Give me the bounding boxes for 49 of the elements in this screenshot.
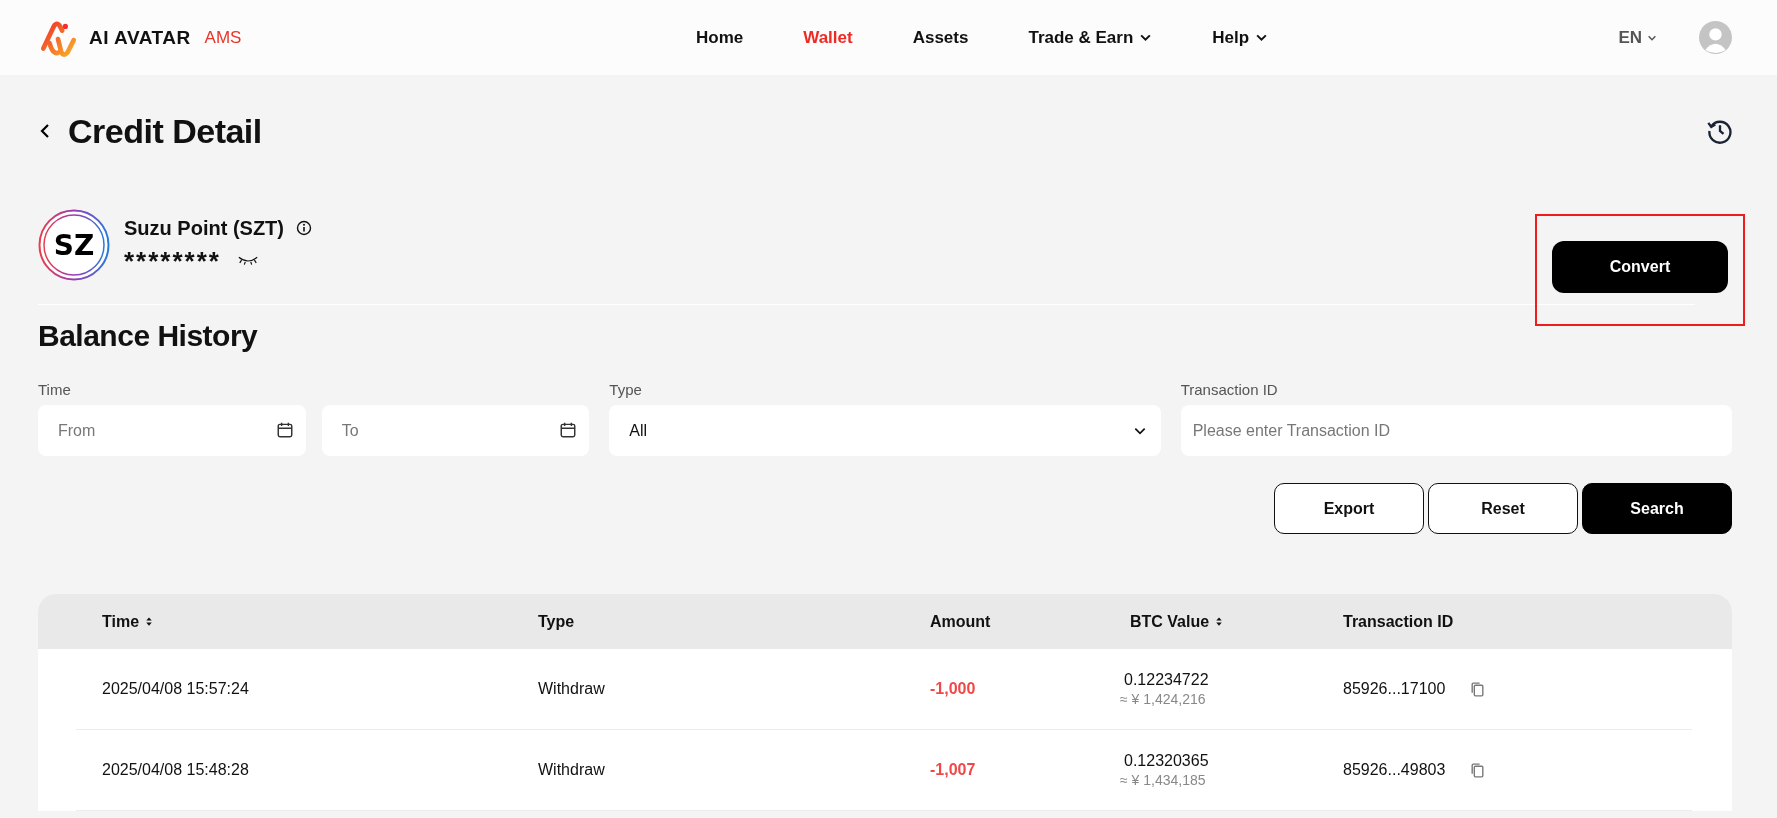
- brand-tag: AMS: [204, 27, 242, 48]
- nav-link[interactable]: Wallet: [803, 27, 853, 48]
- column-header[interactable]: BTC Value: [1130, 612, 1224, 631]
- field-label: Time: [38, 381, 72, 398]
- type-dropdown[interactable]: All: [609, 405, 1161, 456]
- calendar-icon: [275, 421, 294, 439]
- language-selector[interactable]: EN: [1618, 27, 1657, 48]
- column-header: Transaction ID: [1343, 612, 1454, 631]
- info-icon[interactable]: [296, 220, 312, 236]
- table-cell: 2025/04/08 15:57:24: [102, 680, 249, 698]
- nav-link[interactable]: Home: [696, 27, 744, 48]
- sort-icon[interactable]: [1215, 616, 1224, 627]
- table-cell-text: 0.12320365: [1123, 752, 1209, 770]
- masked-balance: ********: [124, 247, 221, 274]
- amount-cell: -1,000: [930, 680, 976, 698]
- table-cell: 85926...49803: [1343, 761, 1446, 779]
- search-button[interactable]: Search: [1582, 483, 1732, 534]
- token-logo: SZ: [38, 209, 110, 281]
- convert-button[interactable]: Convert: [1552, 241, 1728, 293]
- table-cell: Withdraw: [538, 680, 605, 698]
- calendar-icon: [559, 421, 578, 439]
- action-button[interactable]: Export: [1274, 483, 1424, 534]
- sort-icon[interactable]: [145, 616, 154, 627]
- action-button[interactable]: Reset: [1428, 483, 1578, 534]
- column-header: Type: [538, 612, 575, 631]
- field-label: Transaction ID: [1180, 381, 1279, 398]
- page-title: Credit Detail: [68, 111, 262, 151]
- table-cell: 2025/04/08 15:48:28: [102, 761, 249, 779]
- column-header[interactable]: Time: [102, 612, 154, 631]
- eye-closed-icon[interactable]: [236, 254, 259, 267]
- amount-cell: -1,007: [930, 761, 976, 779]
- field-label: Type: [609, 381, 643, 398]
- fiat-value: ≈ ¥ 1,434,185: [1120, 772, 1206, 788]
- column-header: Amount: [930, 612, 991, 631]
- brand-name: AI AVATAR: [89, 26, 191, 49]
- copy-icon[interactable]: [1469, 680, 1487, 698]
- transaction-id-field[interactable]: Please enter Transaction ID: [1180, 405, 1732, 456]
- date-from-field[interactable]: From: [38, 405, 306, 456]
- table-cell-text: 0.12234722: [1123, 671, 1209, 689]
- token-name: Suzu Point (SZT): [124, 216, 284, 240]
- nav-link[interactable]: Assets: [912, 27, 969, 48]
- table-cell: 85926...17100: [1343, 680, 1446, 698]
- copy-icon[interactable]: [1469, 761, 1487, 779]
- nav-link[interactable]: Trade & Earn: [1028, 27, 1153, 48]
- nav-link[interactable]: Help: [1212, 27, 1269, 48]
- fiat-value: ≈ ¥ 1,424,216: [1120, 691, 1206, 707]
- table-cell: Withdraw: [538, 761, 605, 779]
- date-to-field[interactable]: To: [321, 405, 590, 456]
- section-title: Balance History: [38, 319, 259, 353]
